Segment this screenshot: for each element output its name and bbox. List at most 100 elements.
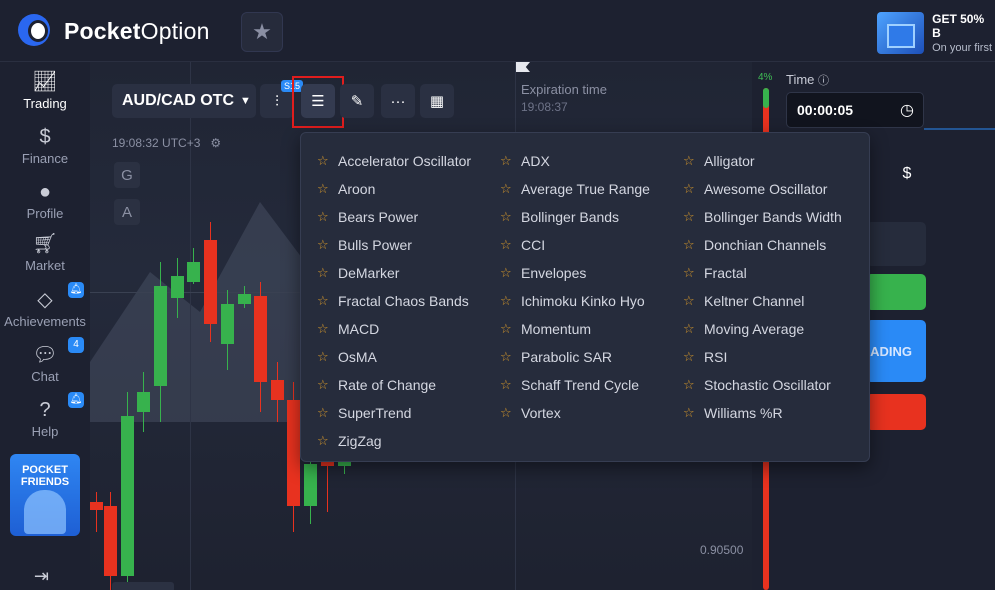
star-outline-icon[interactable]: ☆ (500, 349, 514, 365)
indicator-item[interactable]: ☆ Stochastic Oscillator (683, 371, 842, 399)
nav-trading[interactable]: 📈︎ Trading (0, 70, 90, 111)
indicator-item[interactable]: ☆ Awesome Oscillator (683, 175, 842, 203)
nav-market[interactable]: 🛒︎ Market (0, 232, 90, 273)
star-outline-icon[interactable]: ☆ (500, 153, 514, 169)
nav-help[interactable]: ? Help 🔔︎ (0, 392, 90, 439)
star-outline-icon[interactable]: ☆ (317, 433, 331, 449)
indicator-item[interactable]: ☆ Average True Range (500, 175, 650, 203)
indicator-item[interactable]: ☆ Williams %R (683, 399, 842, 427)
indicator-item[interactable]: ☆ Bollinger Bands (500, 203, 650, 231)
info-icon[interactable]: ⓘ (818, 75, 829, 87)
nav-finance[interactable]: $ Finance (0, 125, 90, 166)
dollar-circle-icon[interactable]: $ (890, 156, 924, 192)
chart-side-button-a[interactable]: A (114, 199, 140, 225)
star-outline-icon[interactable]: ☆ (317, 237, 331, 253)
left-nav: 📈︎ Trading $ Finance ● Profile 🛒︎ Market… (0, 62, 90, 590)
star-outline-icon[interactable]: ☆ (500, 377, 514, 393)
server-time: 19:08:32 UTC+3 (112, 136, 201, 150)
star-outline-icon[interactable]: ☆ (683, 209, 697, 225)
nav-profile[interactable]: ● Profile (0, 180, 90, 221)
star-outline-icon[interactable]: ☆ (317, 377, 331, 393)
star-outline-icon[interactable]: ☆ (500, 405, 514, 421)
logo[interactable]: PocketOption (18, 14, 210, 48)
indicator-item[interactable]: ☆ Bulls Power (317, 231, 471, 259)
star-outline-icon[interactable]: ☆ (317, 293, 331, 309)
promo-title: GET 50% B (932, 12, 985, 40)
star-outline-icon[interactable]: ☆ (500, 209, 514, 225)
chart-bottom-tab[interactable] (112, 582, 174, 590)
star-outline-icon[interactable]: ☆ (500, 181, 514, 197)
gear-icon[interactable]: ⚙ (210, 136, 221, 150)
promo-banner[interactable]: GET 50% B On your first (877, 12, 995, 54)
indicator-item[interactable]: ☆ Momentum (500, 315, 650, 343)
indicators-column-2: ☆ ADX ☆ Average True Range ☆ Bollinger Bands ☆… (500, 147, 650, 427)
indicator-item[interactable]: ☆ Alligator (683, 147, 842, 175)
star-outline-icon[interactable]: ☆ (317, 321, 331, 337)
indicator-item[interactable]: ☆ Moving Average (683, 315, 842, 343)
indicator-label: MACD (338, 321, 380, 337)
indicator-label: Momentum (521, 321, 592, 337)
trading-button[interactable]: ADING (866, 320, 926, 382)
indicator-item[interactable]: ☆ Donchian Channels (683, 231, 842, 259)
star-outline-icon[interactable]: ☆ (683, 181, 697, 197)
indicator-item[interactable]: ☆ Parabolic SAR (500, 343, 650, 371)
nav-achievements[interactable]: ◇ Achievements 🔔︎ (0, 282, 90, 329)
star-outline-icon[interactable]: ☆ (683, 321, 697, 337)
indicator-item[interactable]: ☆ CCI (500, 231, 650, 259)
indicator-item[interactable]: ☆ RSI (683, 343, 842, 371)
star-outline-icon[interactable]: ☆ (317, 153, 331, 169)
star-outline-icon[interactable]: ☆ (683, 377, 697, 393)
friends-title: POCKET FRIENDS (20, 464, 70, 488)
star-outline-icon[interactable]: ☆ (683, 293, 697, 309)
chart-time: 19:08:32 UTC+3 ⚙ (112, 136, 221, 150)
star-outline-icon[interactable]: ☆ (500, 265, 514, 281)
indicator-item[interactable]: ☆ SuperTrend (317, 399, 471, 427)
sell-button[interactable] (866, 394, 926, 430)
indicator-item[interactable]: ☆ DeMarker (317, 259, 471, 287)
indicator-item[interactable]: ☆ ZigZag (317, 427, 471, 455)
logout-icon[interactable]: ⇥ (34, 566, 49, 587)
chart-side-button-g[interactable]: G (114, 162, 140, 188)
indicator-item[interactable]: ☆ MACD (317, 315, 471, 343)
star-outline-icon[interactable]: ☆ (683, 153, 697, 169)
indicator-item[interactable]: ☆ Keltner Channel (683, 287, 842, 315)
star-outline-icon[interactable]: ☆ (317, 209, 331, 225)
layout-button[interactable]: ▦ (420, 84, 454, 118)
indicator-item[interactable]: ☆ Rate of Change (317, 371, 471, 399)
favorites-button[interactable]: ★ (241, 12, 283, 52)
indicator-item[interactable]: ☆ Aroon (317, 175, 471, 203)
star-outline-icon[interactable]: ☆ (683, 265, 697, 281)
pocket-friends-banner[interactable]: POCKET FRIENDS (10, 454, 80, 536)
star-outline-icon[interactable]: ☆ (317, 265, 331, 281)
candle (221, 62, 234, 590)
indicator-item[interactable]: ☆ Bears Power (317, 203, 471, 231)
star-outline-icon[interactable]: ☆ (500, 321, 514, 337)
more-button[interactable]: ··· (381, 84, 415, 118)
indicator-item[interactable]: ☆ Envelopes (500, 259, 650, 287)
star-outline-icon[interactable]: ☆ (683, 349, 697, 365)
star-outline-icon[interactable]: ☆ (683, 405, 697, 421)
star-outline-icon[interactable]: ☆ (500, 237, 514, 253)
asset-selector[interactable]: AUD/CAD OTC ▼ (112, 84, 256, 118)
indicator-item[interactable]: ☆ Vortex (500, 399, 650, 427)
indicator-item[interactable]: ☆ OsMA (317, 343, 471, 371)
nav-chat[interactable]: 💬︎ Chat 4 (0, 337, 90, 384)
indicator-item[interactable]: ☆ Accelerator Oscillator (317, 147, 471, 175)
indicator-item[interactable]: ☆ Schaff Trend Cycle (500, 371, 650, 399)
clock-icon[interactable]: ◷ (890, 92, 924, 128)
star-outline-icon[interactable]: ☆ (683, 237, 697, 253)
indicator-label: Parabolic SAR (521, 349, 613, 365)
indicator-item[interactable]: ☆ Fractal Chaos Bands (317, 287, 471, 315)
indicator-item[interactable]: ☆ Bollinger Bands Width (683, 203, 842, 231)
star-outline-icon[interactable]: ☆ (317, 405, 331, 421)
star-outline-icon[interactable]: ☆ (500, 293, 514, 309)
drawing-button[interactable]: ✎ (340, 84, 374, 118)
indicator-item[interactable]: ☆ ADX (500, 147, 650, 175)
indicator-item[interactable]: ☆ Ichimoku Kinko Hyo (500, 287, 650, 315)
chart-line-icon: 📈︎ (32, 71, 58, 93)
indicator-item[interactable]: ☆ Fractal (683, 259, 842, 287)
indicator-label: Envelopes (521, 265, 587, 281)
buy-button[interactable] (866, 274, 926, 310)
star-outline-icon[interactable]: ☆ (317, 181, 331, 197)
star-outline-icon[interactable]: ☆ (317, 349, 331, 365)
